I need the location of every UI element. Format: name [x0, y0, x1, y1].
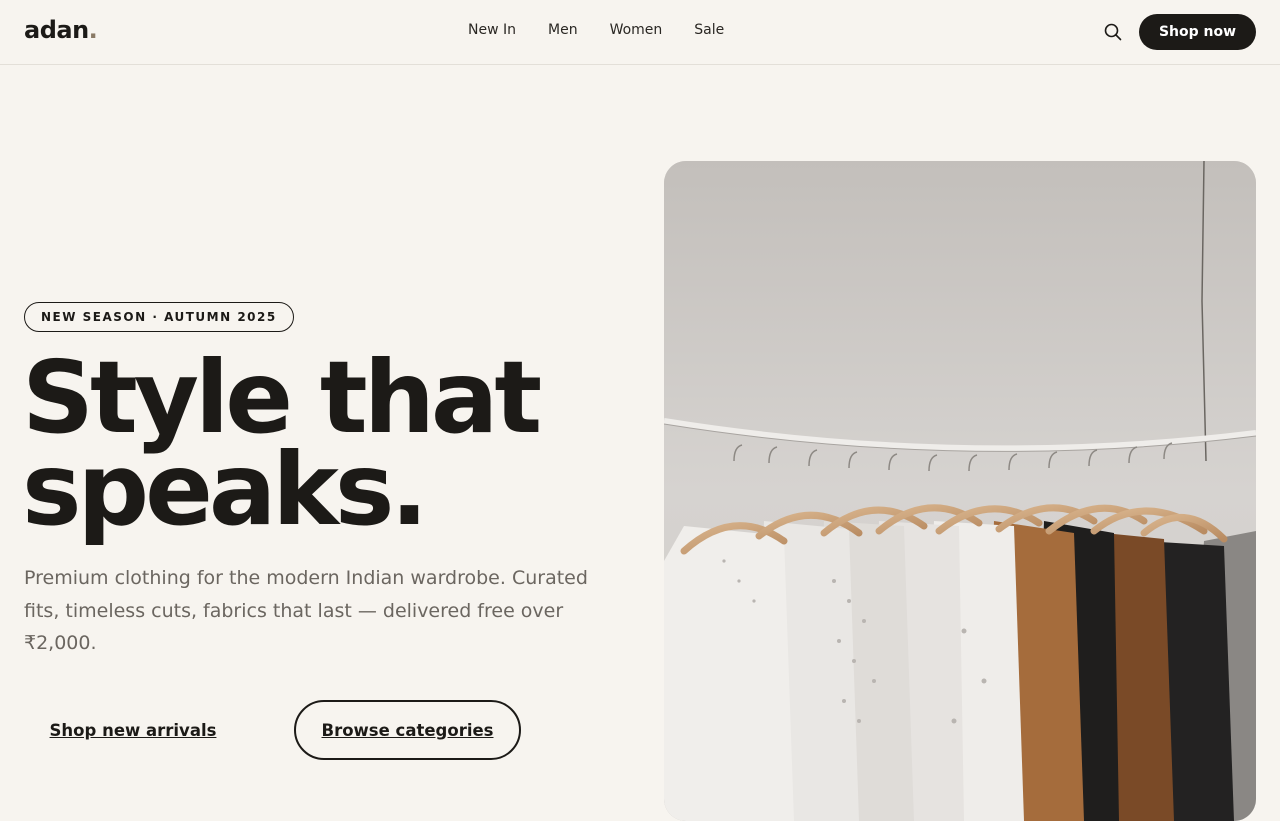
season-badge: NEW SEASON · AUTUMN 2025	[24, 302, 294, 332]
nav-item-sale[interactable]: Sale	[694, 22, 724, 38]
browse-categories-button[interactable]: Browse categories	[294, 700, 521, 760]
logo-text: adan	[24, 16, 89, 44]
hero-headline: Style that speaks.	[22, 348, 622, 548]
site-header: adan. New In Men Women Sale Shop now	[0, 0, 1280, 65]
nav-item-women[interactable]: Women	[610, 22, 663, 38]
shop-now-button[interactable]: Shop now	[1139, 14, 1256, 50]
hero-subtext: Premium clothing for the modern Indian w…	[24, 567, 588, 654]
headline-line-2: speaks.	[22, 431, 428, 548]
hero-image	[664, 161, 1256, 821]
clothes-rack-illustration	[664, 161, 1256, 821]
search-icon	[1104, 23, 1122, 41]
nav-item-men[interactable]: Men	[548, 22, 578, 38]
search-button[interactable]	[1103, 22, 1123, 42]
nav-item-new-in[interactable]: New In	[468, 22, 516, 38]
logo-dot: .	[88, 16, 98, 44]
main-nav: New In Men Women Sale	[468, 22, 724, 38]
shop-new-arrivals-button[interactable]: Shop new arrivals	[24, 700, 242, 760]
logo[interactable]: adan.	[24, 16, 98, 44]
